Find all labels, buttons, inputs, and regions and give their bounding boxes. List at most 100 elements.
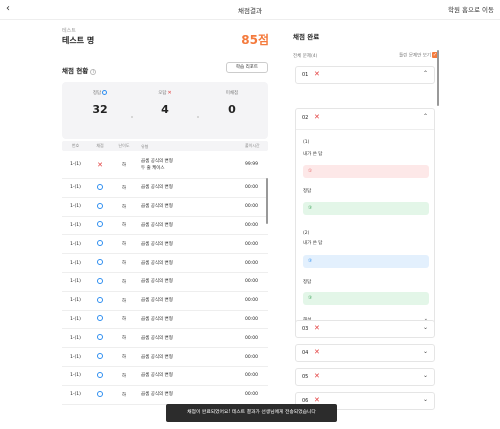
x-icon: ✕	[314, 113, 320, 121]
sub-question-2-label: (2)	[303, 231, 310, 236]
correct-answer-2: ③	[303, 292, 429, 305]
grading-cell	[89, 371, 111, 380]
info-icon[interactable]: i	[90, 69, 97, 75]
table-row[interactable]: 1-(1) 하 곱셈 공식의 변형 00:00	[62, 254, 268, 273]
table-row[interactable]: 1-(1) 하 곱셈 공식의 변형 00:00	[62, 367, 268, 386]
question-number: 03	[302, 326, 309, 332]
time-cell: 00:00	[245, 279, 258, 285]
grading-cell	[89, 353, 111, 361]
time-cell: 99:99	[245, 162, 258, 167]
circle-icon	[97, 390, 103, 397]
table-row[interactable]: 1-(1) 하 곱셈 공식의 변형 00:00	[62, 348, 268, 367]
question-item-04[interactable]: 04 ✕ ⌄	[295, 344, 435, 362]
table-row[interactable]: 1-(1) 하 곱셈 공식의 변형 00:00	[62, 329, 268, 349]
correct-answer-label: 정답	[303, 189, 312, 194]
my-answer-label: 내가 쓴 답	[303, 152, 323, 157]
table-row[interactable]: 1-(1) 하 곱셈 공식의 변형 00:00	[62, 292, 268, 311]
page-title: 채점결과	[238, 7, 262, 15]
question-number-cell: 1-(1)	[70, 185, 81, 191]
x-icon: ✕	[314, 372, 320, 380]
question-number-cell: 1-(1)	[70, 260, 81, 266]
x-icon: ✕	[97, 160, 103, 169]
question-number-cell: 1-(1)	[70, 298, 81, 304]
type-cell: 곱셈 공식의 변형	[141, 185, 173, 191]
wrong-only-toggle[interactable]: 틀린 문제만 보기 ✓	[399, 52, 438, 59]
time-cell: 00:00	[245, 185, 258, 191]
difficulty-cell: 하	[121, 162, 127, 168]
question-number-cell: 1-(1)	[70, 373, 81, 379]
chevron-down-icon[interactable]: ⌄	[423, 348, 428, 355]
table-row[interactable]: 1-(1) 하 곱셈 공식의 변형 00:00	[62, 179, 268, 198]
grading-complete-title: 채점 완료	[293, 33, 320, 41]
table-header: 번호 채점 난이도 유형 풀이시간	[62, 141, 268, 151]
learning-report-button[interactable]: 학습 리포트	[226, 62, 268, 73]
type-cell: 곱셈 공식의 변형	[141, 241, 173, 247]
difficulty-cell: 하	[121, 242, 127, 248]
table-row[interactable]: 1-(1) 하 곱셈 공식의 변형 00:00	[62, 235, 268, 255]
table-row[interactable]: 1-(1) ✕ 하 곱셈 공식의 변형 두 줄 케이스 99:99	[62, 151, 268, 179]
stat-wrong-label: 오답	[158, 91, 167, 96]
academy-home-button[interactable]: 학원 홈으로 이동	[448, 4, 494, 14]
test-score: 85점	[241, 33, 269, 47]
circle-icon	[97, 334, 103, 341]
question-item-05[interactable]: 05 ✕ ⌄	[295, 368, 435, 386]
correct-answer-1: ③	[303, 202, 429, 215]
table-row[interactable]: 1-(1) 하 곱셈 공식의 변형 00:00	[62, 311, 268, 330]
table-row[interactable]: 1-(1) 하 곱셈 공식의 변형 00:00	[62, 386, 268, 405]
question-number: 05	[302, 374, 309, 380]
question-number-cell: 1-(1)	[70, 204, 81, 210]
question-item-03[interactable]: 03 ✕ ⌄	[295, 320, 435, 338]
difficulty-cell: 하	[121, 373, 127, 379]
chevron-down-icon[interactable]: ⌄	[423, 324, 428, 331]
toast-message: 채점이 완료되었어요! 테스트 결과가 선생님에게 전송되었습니다	[166, 404, 337, 422]
difficulty-cell: 하	[121, 392, 127, 398]
stat-correct-label: 정답	[92, 91, 102, 96]
table-row[interactable]: 1-(1) 하 곱셈 공식의 변형 00:00	[62, 198, 268, 217]
grading-cell: ✕	[89, 161, 111, 169]
results-table: 번호 채점 난이도 유형 풀이시간 1-(1) ✕ 하 곱셈 공식의 변형 두 줄 케…	[62, 141, 268, 413]
question-number-cell: 1-(1)	[70, 241, 81, 247]
time-cell: 00:00	[245, 241, 258, 247]
chevron-down-icon[interactable]: ⌄	[423, 372, 428, 379]
grading-cell	[89, 183, 111, 192]
circle-icon	[97, 371, 103, 378]
divider	[296, 129, 434, 130]
table-row[interactable]: 1-(1) 하 곱셈 공식의 변형 00:00	[62, 217, 268, 236]
grading-cell	[89, 315, 111, 323]
chevron-up-icon[interactable]: ⌃	[423, 113, 428, 120]
circle-icon	[97, 259, 103, 266]
results-scrollbar[interactable]	[437, 50, 439, 106]
grading-cell	[89, 296, 111, 305]
chevron-down-icon[interactable]: ⌄	[423, 396, 428, 403]
type-cell: 곱셈 공식의 변형	[141, 204, 173, 210]
question-number: 02	[302, 115, 309, 121]
table-row[interactable]: 1-(1) 하 곱셈 공식의 변형 00:00	[62, 273, 268, 292]
question-item-01[interactable]: 01 ✕ ⌃	[295, 66, 435, 84]
difficulty-cell: 하	[121, 261, 127, 267]
my-answer-label: 내가 쓴 답	[303, 241, 323, 246]
x-icon: ✕	[167, 90, 172, 96]
chevron-up-icon[interactable]: ⌃	[423, 70, 428, 77]
all-questions-count: 전체 문제(4)	[293, 54, 318, 59]
stat-ungraded-value: 0	[228, 103, 236, 116]
test-name: 테스트 명	[62, 36, 95, 45]
type-cell: 곱셈 공식의 변형	[141, 392, 173, 398]
divider-dot	[197, 116, 199, 118]
table-body: 1-(1) ✕ 하 곱셈 공식의 변형 두 줄 케이스 99:99 1-(1) 하 곱셈 공식…	[62, 151, 268, 405]
type-cell: 곱셈 공식의 변형	[141, 279, 173, 285]
circle-icon	[97, 296, 103, 303]
x-icon: ✕	[314, 324, 320, 332]
grading-cell	[89, 259, 111, 267]
type-cell: 곱셈 공식의 변형	[141, 260, 173, 266]
circle-icon	[97, 315, 103, 322]
question-number: 01	[302, 72, 309, 78]
difficulty-cell: 하	[121, 355, 127, 361]
header-number: 번호	[71, 143, 80, 148]
circle-icon	[97, 221, 103, 228]
time-cell: 00:00	[245, 335, 258, 341]
header-time: 풀이시간	[245, 143, 260, 148]
table-scrollbar[interactable]	[266, 178, 268, 224]
question-number-cell: 1-(1)	[70, 392, 81, 398]
circle-icon	[97, 202, 103, 209]
circle-icon	[102, 90, 108, 95]
